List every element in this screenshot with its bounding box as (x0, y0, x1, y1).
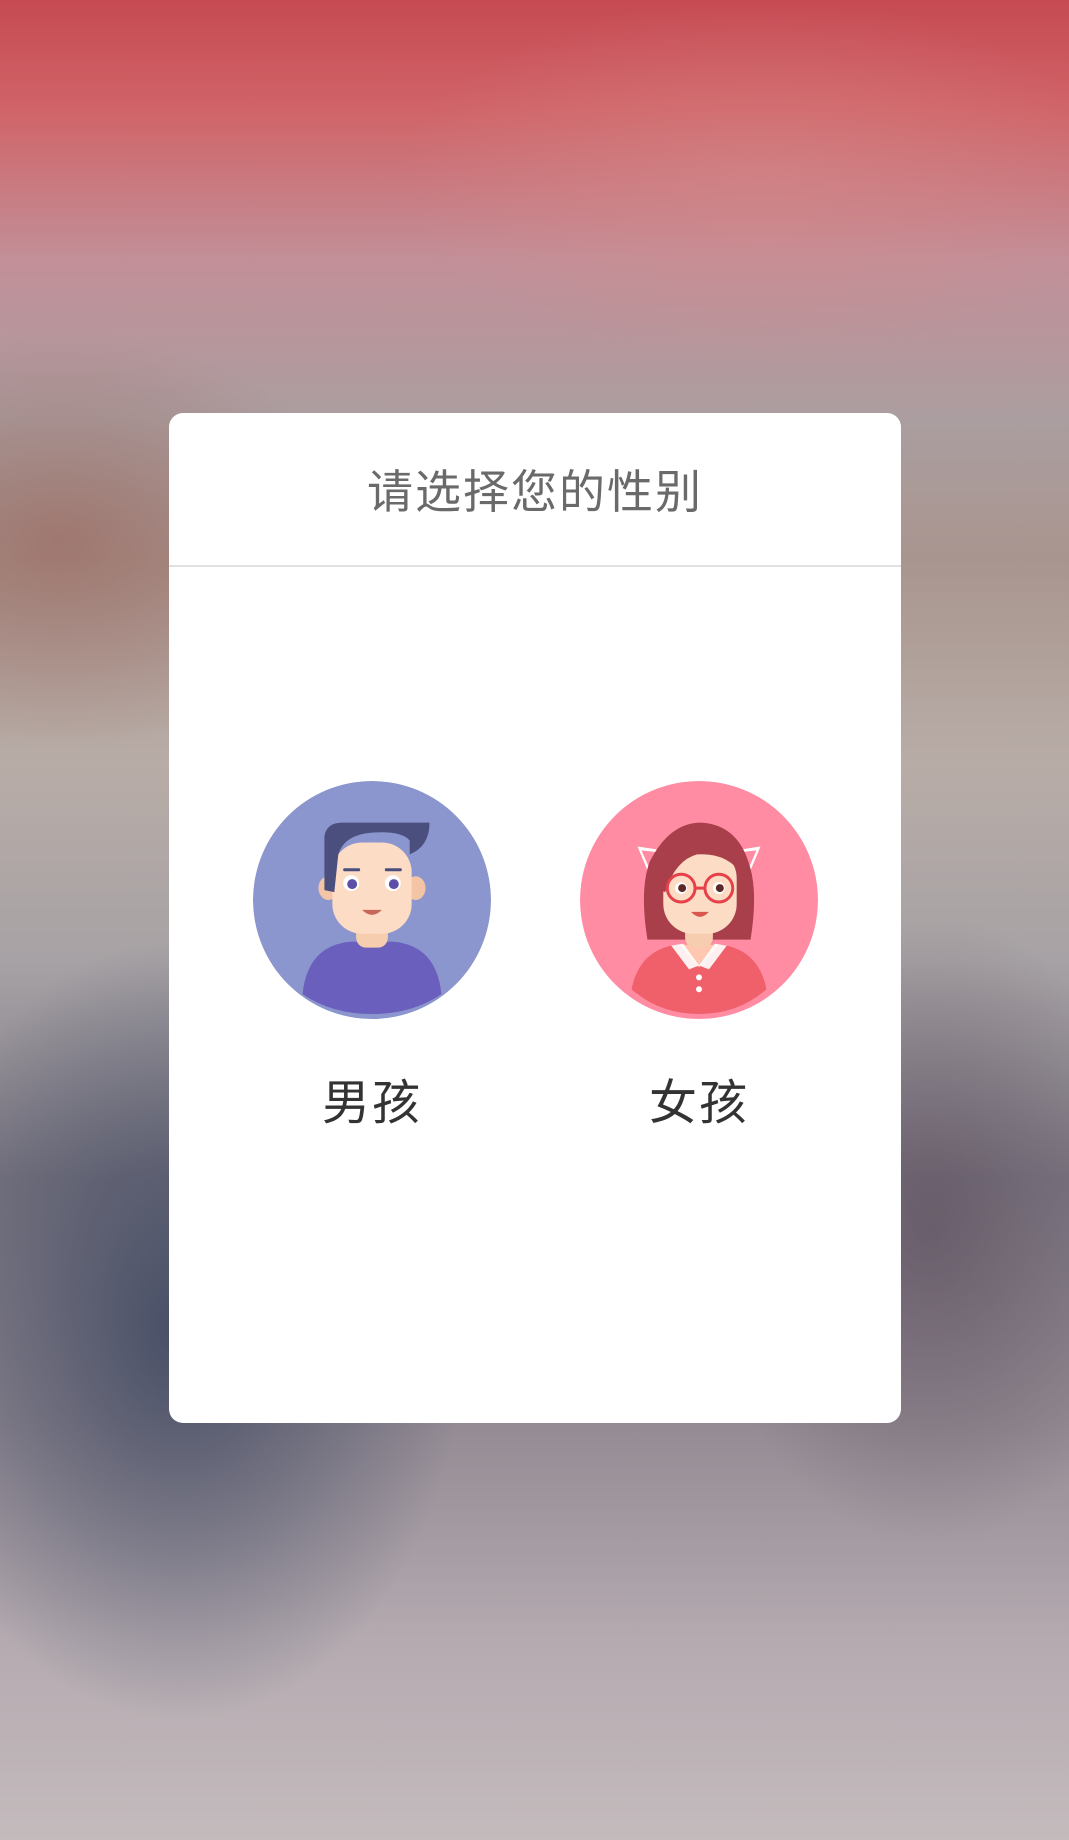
girl-option[interactable]: 女孩 (579, 781, 819, 1133)
girl-label[interactable]: 女孩 (649, 1063, 749, 1133)
gender-select-dialog: 请选择您的性别 男孩 女孩 (169, 413, 901, 1423)
gender-options: 男孩 女孩 (169, 413, 901, 1423)
boy-option[interactable]: 男孩 (252, 781, 492, 1133)
boy-avatar-icon[interactable] (253, 781, 491, 1019)
boy-label[interactable]: 男孩 (322, 1063, 422, 1133)
girl-avatar-icon[interactable] (580, 781, 818, 1019)
